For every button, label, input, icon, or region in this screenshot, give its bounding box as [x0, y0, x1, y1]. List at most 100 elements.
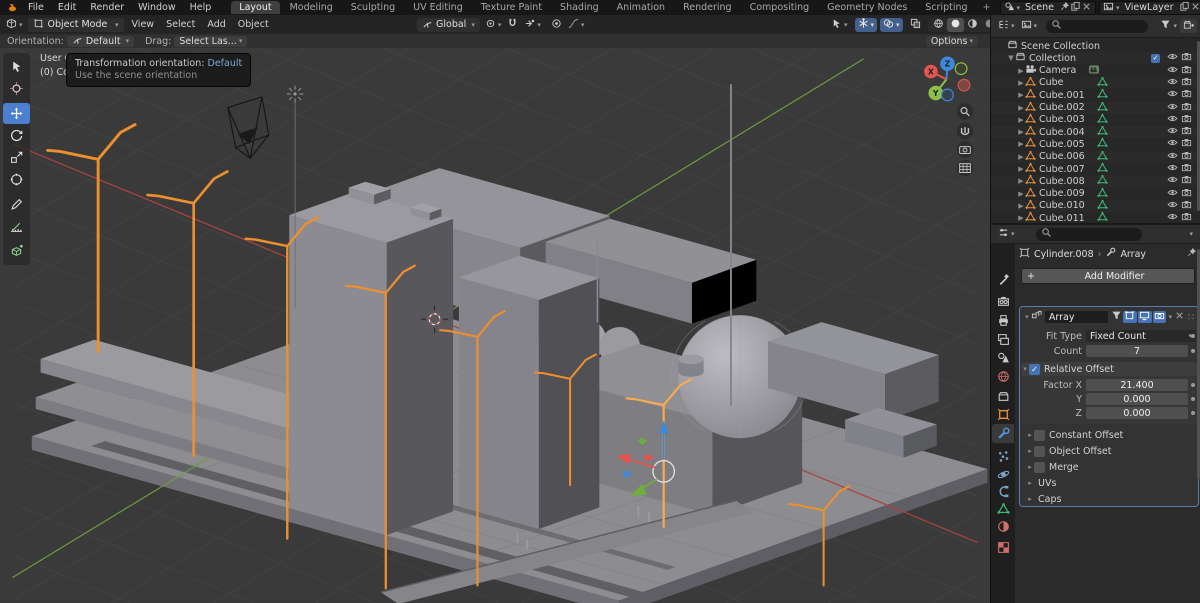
editmode-display-toggle[interactable]	[1123, 311, 1137, 323]
tab-layout[interactable]: Layout	[231, 1, 279, 14]
relative-offset-checkbox[interactable]: ✓	[1029, 364, 1040, 375]
outliner-row-cube-007[interactable]: ▶Cube.007	[991, 163, 1197, 175]
shading-solid-button[interactable]	[947, 18, 964, 32]
view-layer-name[interactable]: ViewLayer	[1120, 2, 1179, 13]
render-display-toggle[interactable]	[1153, 311, 1167, 323]
shading-rendered-button[interactable]	[981, 18, 990, 32]
tool-select-box[interactable]	[3, 56, 30, 77]
orientation-setting-select[interactable]: Default▾	[67, 36, 134, 47]
new-scene-icon[interactable]	[1070, 1, 1081, 15]
view-layer-selector[interactable]: ▾ ViewLayer	[1099, 1, 1200, 15]
animate-dot[interactable]	[1191, 411, 1195, 415]
fit-type-select[interactable]: Fixed Count▾	[1086, 330, 1196, 342]
properties-tab-render[interactable]	[992, 292, 1014, 311]
close-icon[interactable]	[1081, 1, 1092, 15]
proportional-editing-toggle[interactable]	[548, 18, 565, 32]
outliner-row-cube-009[interactable]: ▶Cube.009	[991, 188, 1197, 200]
outliner-row-cube-004[interactable]: ▶Cube.004	[991, 126, 1197, 138]
outliner-row-scene collection[interactable]: Scene Collection	[991, 40, 1197, 52]
scene-name[interactable]: Scene	[1020, 2, 1059, 13]
mode-select[interactable]: Object Mode ▾	[28, 18, 124, 32]
properties-tab-object[interactable]	[992, 405, 1014, 424]
outliner-row-cube-010[interactable]: ▶Cube.010	[991, 200, 1197, 212]
selectable-checkbox[interactable]: ✓	[1151, 54, 1160, 63]
delete-modifier-icon[interactable]	[1174, 310, 1185, 324]
tool-transform[interactable]	[3, 169, 30, 190]
modifier-extras-dropdown[interactable]: ▾	[1168, 313, 1172, 321]
tool-measure[interactable]	[3, 216, 30, 237]
outliner-row-cube-003[interactable]: ▶Cube.003	[991, 114, 1197, 126]
animate-dot[interactable]	[1191, 383, 1195, 387]
outliner-row-cube-002[interactable]: ▶Cube.002	[991, 102, 1197, 114]
new-collection-button[interactable]	[1180, 19, 1197, 33]
offset-field-1[interactable]: 0.000	[1086, 393, 1188, 405]
menu-file[interactable]: File	[21, 2, 51, 13]
tab-geometry-nodes[interactable]: Geometry Nodes	[819, 1, 915, 14]
tab-sculpting[interactable]: Sculpting	[343, 1, 403, 14]
relative-offset-header[interactable]: ▾ ✓ Relative Offset	[1021, 362, 1197, 376]
tab-texture-paint[interactable]: Texture Paint	[473, 1, 550, 14]
tab-uv-editing[interactable]: UV Editing	[405, 1, 471, 14]
outliner-row-cube-001[interactable]: ▶Cube.001	[991, 89, 1197, 101]
modifier-name-field[interactable]: Array	[1045, 311, 1108, 323]
tool-annotate[interactable]	[3, 194, 30, 215]
menu-window[interactable]: Window	[131, 2, 182, 13]
properties-tab-material[interactable]	[992, 517, 1014, 536]
pin-icon[interactable]	[1186, 247, 1197, 261]
properties-tab-view-layer[interactable]	[992, 330, 1014, 349]
properties-tab-particles[interactable]	[992, 447, 1014, 466]
menu-edit[interactable]: Edit	[51, 2, 83, 13]
rooftop-cylinder[interactable]	[678, 354, 703, 364]
viewport-menu-object[interactable]: Object	[232, 19, 275, 30]
section-merge[interactable]: ▸Merge	[1026, 460, 1194, 474]
overlays-toggle[interactable]: ▾	[880, 18, 903, 32]
outliner-display-mode[interactable]: ▾	[995, 19, 1018, 33]
blender-logo-icon[interactable]	[4, 1, 21, 15]
add-workspace-button[interactable]: +	[977, 2, 997, 13]
outliner-row-cube-008[interactable]: ▶Cube.008	[991, 175, 1197, 187]
outliner-row-camera[interactable]: ▶Camera	[991, 65, 1197, 77]
falloff-select[interactable]: ▾	[565, 18, 588, 32]
viewport-menu-add[interactable]: Add	[201, 19, 231, 30]
tool-move[interactable]	[3, 103, 30, 124]
pin-icon[interactable]	[1059, 1, 1070, 15]
properties-tab-tool[interactable]	[992, 270, 1014, 289]
properties-tab-output[interactable]	[992, 311, 1014, 330]
animate-dot[interactable]	[1191, 334, 1195, 338]
properties-tab-data[interactable]	[992, 499, 1014, 518]
shading-wireframe-button[interactable]	[930, 18, 947, 32]
tab-scripting[interactable]: Scripting	[917, 1, 975, 14]
scene-selector[interactable]: ▾ Scene	[1000, 1, 1096, 15]
tool-rotate[interactable]	[3, 125, 30, 146]
selectability-dropdown[interactable]: ▾	[828, 18, 851, 32]
tab-compositing[interactable]: Compositing	[742, 1, 818, 14]
properties-tab-texture[interactable]	[992, 538, 1014, 557]
gizmos-toggle[interactable]: ▾	[855, 18, 878, 32]
expand-icon[interactable]: ▾	[1023, 313, 1031, 321]
realtime-display-toggle[interactable]	[1138, 311, 1152, 323]
tab-modeling[interactable]: Modeling	[282, 1, 341, 14]
tool-add-cube[interactable]	[3, 241, 30, 262]
new-view-layer-icon[interactable]	[1179, 1, 1190, 15]
animate-dot[interactable]	[1191, 349, 1195, 353]
shading-material-button[interactable]	[964, 18, 981, 32]
tool-scale[interactable]	[3, 147, 30, 168]
tab-animation[interactable]: Animation	[609, 1, 673, 14]
breadcrumb-object[interactable]: Cylinder.008	[1034, 249, 1094, 260]
offset-field-2[interactable]: 0.000	[1086, 407, 1188, 419]
outliner-search-input[interactable]	[1046, 20, 1148, 33]
breadcrumb-modifier[interactable]: Array	[1120, 249, 1146, 260]
snap-target-select[interactable]: ▾	[521, 18, 544, 32]
menu-help[interactable]: Help	[183, 2, 219, 13]
outliner-row-cube-005[interactable]: ▶Cube.005	[991, 138, 1197, 150]
outliner-filter-mode[interactable]: ▾	[1018, 19, 1041, 33]
properties-tab-collection[interactable]	[992, 387, 1014, 406]
section-caps[interactable]: ▸Caps	[1026, 492, 1194, 506]
outliner-row-cube[interactable]: ▶Cube	[991, 77, 1197, 89]
drag-setting-select[interactable]: Select Las...▾	[174, 36, 247, 47]
add-modifier-button[interactable]: + Add Modifier	[1021, 268, 1195, 284]
properties-search-input[interactable]	[1036, 228, 1142, 241]
section-object-offset[interactable]: ▸Object Offset	[1026, 444, 1194, 458]
tower-left[interactable]	[289, 191, 453, 535]
properties-tab-world[interactable]	[992, 367, 1014, 386]
